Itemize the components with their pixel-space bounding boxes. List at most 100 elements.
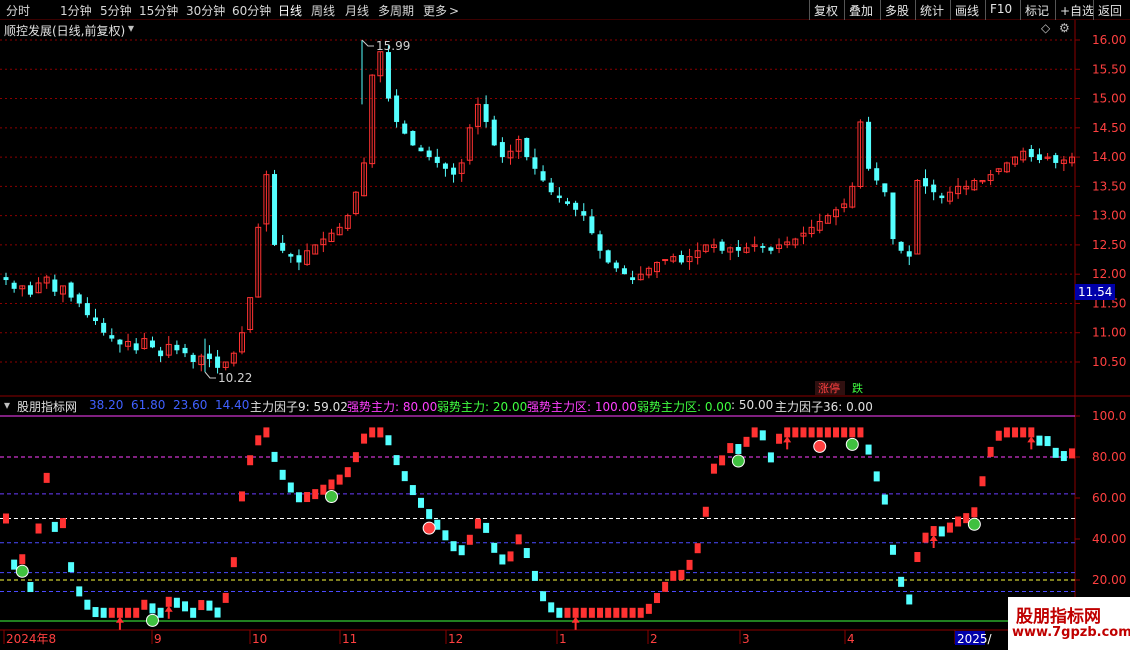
indicator-bar: [938, 526, 945, 537]
candle-body: [442, 163, 448, 169]
indicator-param-3[interactable]: 23.60: [173, 398, 207, 412]
indicator-bar: [556, 607, 563, 618]
indicator-bar: [19, 554, 26, 565]
indicator-bar: [719, 455, 726, 466]
candle-body: [76, 294, 82, 304]
price-gridlines: [0, 39, 1075, 363]
date-label: 2024年8: [6, 632, 56, 646]
indicator-bar: [92, 607, 99, 618]
indicator-bar: [385, 435, 392, 446]
indicator-bar: [833, 427, 840, 438]
indicator-bar: [662, 581, 669, 592]
up-arrow-icon: [571, 616, 580, 630]
stock-chart[interactable]: 16.00 15.50 15.00 14.50 14.00 13.50 13.00 12.50…: [0, 0, 1130, 650]
price-axis-label: 11.00: [1092, 326, 1126, 340]
candle-body: [174, 344, 180, 351]
candle-body: [898, 241, 904, 251]
price-axis-label: 12.50: [1092, 238, 1126, 252]
indicator-bar: [800, 427, 807, 438]
candle-body: [394, 95, 400, 122]
candle-body: [410, 130, 416, 146]
indicator-bar: [710, 463, 717, 474]
indicator-bar: [540, 591, 547, 602]
watermark-url: www.7gpzb.com: [1012, 625, 1130, 640]
candle-body: [483, 104, 489, 122]
buy-coin-icon: [845, 437, 859, 451]
indicator-bar: [100, 607, 107, 618]
indicator-bar: [312, 489, 319, 500]
sell-coin-icon: [813, 439, 827, 453]
indicator-axis: 100.0 80.00 60.00 40.00 20.00: [1075, 409, 1126, 587]
up-arrow-icon: [115, 616, 124, 630]
indicator-bar: [59, 518, 66, 529]
indicator-bar: [230, 557, 237, 568]
candle-body: [68, 282, 74, 298]
indicator-bar: [686, 559, 693, 570]
indicator-bar: [1044, 436, 1051, 447]
indicator-param-4[interactable]: 14.40: [215, 398, 249, 412]
indicator-bar: [955, 516, 962, 527]
indicator-bar: [824, 427, 831, 438]
date-label: 4: [847, 632, 855, 646]
indicator-bar: [784, 427, 791, 438]
high-price-label: 15.99: [376, 39, 410, 53]
watermark: 股朋指标网 www.7gpzb.com: [1008, 597, 1130, 650]
indicator-bar: [645, 603, 652, 614]
indicator-bar: [735, 444, 742, 455]
indicator-bar: [304, 492, 311, 503]
candle-body: [27, 285, 33, 295]
candle-body: [890, 192, 896, 240]
legend-mid: : 50.00: [731, 398, 774, 412]
indicator-bar: [678, 569, 685, 580]
indicator-bar: [401, 471, 408, 482]
indicator-bar: [857, 427, 864, 438]
price-axis-label: 13.50: [1092, 179, 1126, 193]
indicator-bar: [141, 599, 148, 610]
indicator-bar: [1052, 447, 1059, 458]
candle-body: [906, 251, 912, 257]
legend-strong: 强势主力: 80.00: [347, 400, 438, 414]
buy-coin-icon: [967, 517, 981, 531]
candle-body: [418, 147, 424, 152]
candle-body: [548, 182, 554, 193]
candle-body: [768, 247, 774, 251]
indicator-bar: [222, 592, 229, 603]
indicator-param-2[interactable]: 61.80: [131, 398, 165, 412]
candle-body: [760, 246, 766, 248]
indicator-bar: [352, 452, 359, 463]
candle-body: [581, 211, 587, 216]
date-label: 11: [342, 632, 357, 646]
indicator-bar: [987, 446, 994, 457]
indicator-bar: [1036, 435, 1043, 446]
indicator-bar: [523, 548, 530, 559]
price-axis-label: 12.00: [1092, 267, 1126, 281]
candle-body: [939, 195, 945, 199]
indicator-bar: [133, 607, 140, 618]
indicator-bar: [727, 443, 734, 454]
indicator-bar: [1069, 448, 1075, 459]
indicator-bar: [767, 452, 774, 463]
candle-body: [621, 268, 627, 275]
legend-weak-zone: 弱势主力区: 0.00: [637, 400, 732, 414]
indicator-axis-label: 100.0: [1092, 409, 1126, 423]
indicator-bar: [287, 482, 294, 493]
indicator-bar: [442, 530, 449, 541]
indicator-bar: [930, 526, 937, 537]
chevron-down-icon[interactable]: ▾: [4, 398, 10, 412]
candle-body: [605, 250, 611, 263]
price-axis-label: 10.50: [1092, 355, 1126, 369]
candle-body: [272, 174, 278, 245]
indicator-bar: [531, 570, 538, 581]
date-label: 9: [154, 632, 162, 646]
indicator-bar: [743, 436, 750, 447]
candle-body: [158, 350, 164, 357]
current-price-label: 11.54: [1078, 285, 1112, 299]
indicator-bar: [702, 506, 709, 517]
candle-body: [3, 277, 9, 281]
date-label: 12: [448, 632, 463, 646]
indicator-param-1[interactable]: 38.20: [89, 398, 123, 412]
indicator-bar: [922, 532, 929, 543]
indicator-bar: [653, 593, 660, 604]
indicator-bar: [694, 543, 701, 554]
indicator-bar: [108, 607, 115, 618]
